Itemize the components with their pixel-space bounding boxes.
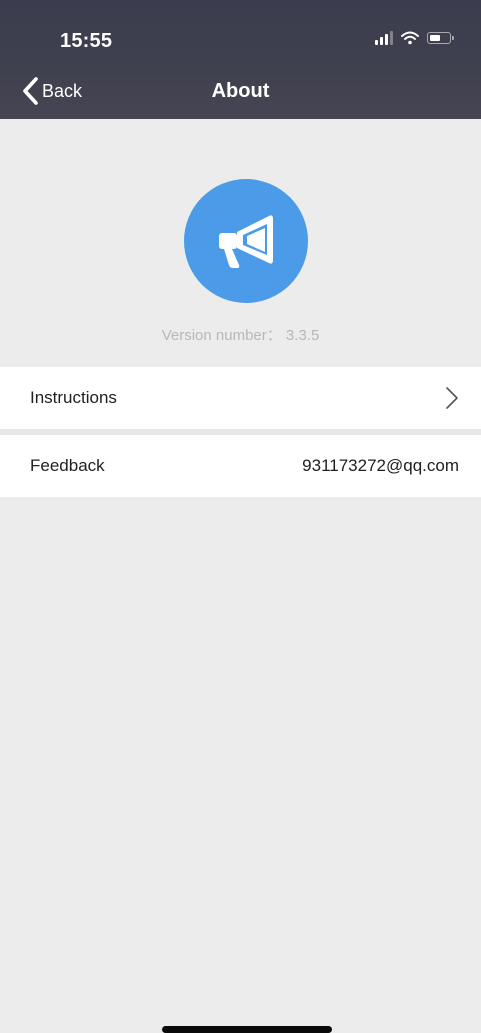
header: 15:55 Back About — [0, 0, 481, 119]
version-text: Version number： 3.3.5 — [161, 327, 320, 344]
instructions-row[interactable]: Instructions — [0, 367, 481, 429]
app-logo — [184, 179, 308, 303]
megaphone-icon — [219, 215, 273, 268]
feedback-row[interactable]: Feedback 931173272@qq.com — [0, 435, 481, 497]
status-icons — [375, 28, 454, 48]
chevron-right-icon — [446, 387, 458, 409]
app-info: Version number： 3.3.5 — [0, 119, 481, 367]
home-indicator[interactable] — [162, 1026, 332, 1033]
status-time: 15:55 — [60, 30, 113, 52]
signal-icon — [375, 31, 393, 45]
wifi-icon — [401, 31, 419, 45]
instructions-label: Instructions — [30, 388, 117, 407]
feedback-label: Feedback — [30, 456, 105, 475]
about-screen: 15:55 Back About Version number： 3.3.5 I… — [0, 0, 481, 1033]
battery-icon — [427, 32, 454, 44]
page-title: About — [211, 80, 270, 102]
feedback-email: 931173272@qq.com — [302, 456, 459, 475]
